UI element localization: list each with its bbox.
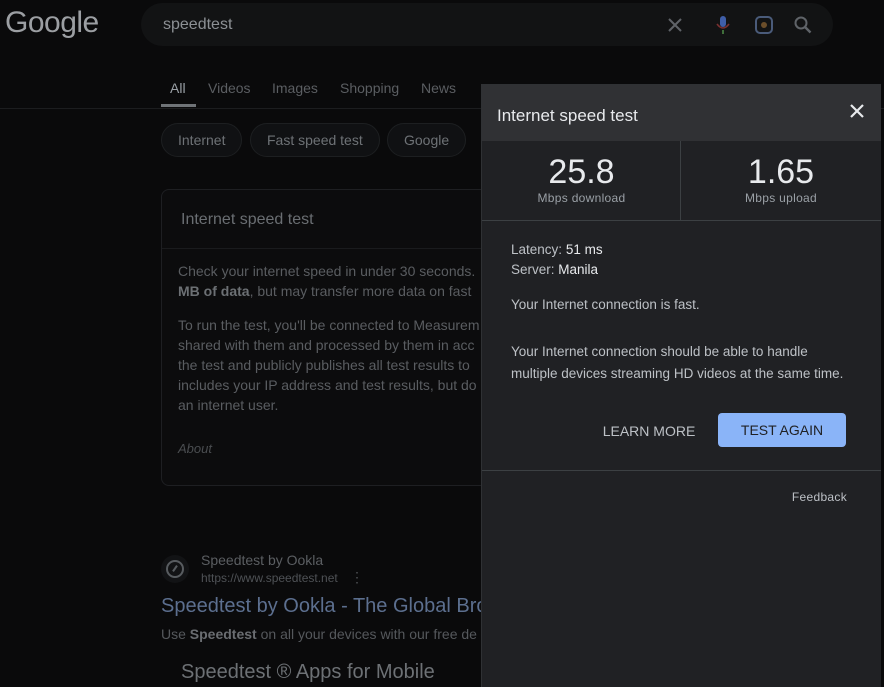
test-again-button[interactable]: TEST AGAIN bbox=[718, 413, 846, 447]
snippet-text: Use bbox=[161, 626, 190, 642]
upload-unit: Mbps upload bbox=[744, 191, 817, 205]
tab-all[interactable]: All bbox=[170, 80, 186, 96]
server-row: Server: Manila bbox=[511, 262, 598, 277]
chip-fast-speed-test[interactable]: Fast speed test bbox=[250, 123, 380, 157]
connection-status: Your Internet connection is fast. bbox=[511, 297, 700, 312]
about-link[interactable]: About bbox=[178, 441, 212, 456]
card-text-line: includes your IP address and test result… bbox=[178, 377, 477, 393]
download-value: 25.8 bbox=[548, 153, 615, 191]
card-title: Internet speed test bbox=[181, 211, 314, 228]
dialog-title: Internet speed test bbox=[497, 106, 638, 125]
card-text-span: , but may transfer more data on fast bbox=[249, 283, 472, 299]
download-stat: 25.8 Mbps download bbox=[482, 141, 681, 220]
upload-value: 1.65 bbox=[747, 153, 815, 191]
snippet-text: on all your devices with our free de bbox=[256, 626, 477, 642]
active-tab-indicator bbox=[161, 104, 196, 107]
more-options-icon[interactable]: ⋮ bbox=[350, 569, 364, 586]
tab-shopping[interactable]: Shopping bbox=[340, 80, 399, 96]
card-text-line: shared with them and processed by them i… bbox=[178, 337, 475, 353]
result-sublink[interactable]: Speedtest ® Apps for Mobile bbox=[181, 661, 435, 684]
close-icon[interactable] bbox=[663, 13, 687, 37]
dialog-header: Internet speed test bbox=[482, 85, 881, 141]
card-text-line: an internet user. bbox=[178, 397, 279, 413]
card-text-line: Check your internet speed in under 30 se… bbox=[178, 263, 476, 279]
latency-value: 51 ms bbox=[565, 242, 603, 257]
google-logo[interactable]: Google bbox=[5, 6, 99, 40]
tab-videos[interactable]: Videos bbox=[208, 80, 251, 96]
chip-internet[interactable]: Internet bbox=[161, 123, 243, 157]
result-site-name[interactable]: Speedtest by Ookla bbox=[201, 552, 323, 568]
result-title-link[interactable]: Speedtest by Ookla - The Global Bro bbox=[161, 595, 487, 618]
card-text-line: To run the test, you'll be connected to … bbox=[178, 317, 480, 333]
connection-description: Your Internet connection should be able … bbox=[511, 344, 844, 381]
feedback-link[interactable]: Feedback bbox=[792, 490, 847, 504]
lens-icon[interactable] bbox=[752, 13, 776, 37]
speed-results: 25.8 Mbps download 1.65 Mbps upload bbox=[482, 141, 881, 221]
speedtest-favicon[interactable] bbox=[161, 555, 189, 583]
dialog-divider bbox=[482, 470, 881, 471]
gauge-icon bbox=[166, 560, 184, 578]
speed-test-dialog: Internet speed test 25.8 Mbps download 1… bbox=[481, 84, 881, 687]
server-label: Server: bbox=[511, 262, 555, 277]
tab-news[interactable]: News bbox=[421, 80, 456, 96]
search-bar bbox=[141, 3, 833, 46]
result-site-url[interactable]: https://www.speedtest.net bbox=[201, 571, 338, 585]
latency-label: Latency: bbox=[511, 242, 563, 257]
download-unit: Mbps download bbox=[537, 191, 626, 205]
search-icon[interactable] bbox=[791, 13, 815, 37]
snippet-bold: Speedtest bbox=[189, 626, 257, 642]
tab-images[interactable]: Images bbox=[272, 80, 318, 96]
search-input[interactable] bbox=[161, 13, 645, 37]
card-text-bold: MB of data bbox=[178, 283, 250, 299]
card-text-line: MB of data, but may transfer more data o… bbox=[178, 281, 471, 301]
upload-stat: 1.65 Mbps upload bbox=[681, 141, 881, 220]
close-icon[interactable] bbox=[845, 99, 869, 123]
chip-google[interactable]: Google bbox=[387, 123, 467, 157]
latency-row: Latency: 51 ms bbox=[511, 242, 603, 257]
card-divider bbox=[162, 248, 482, 249]
mic-icon[interactable] bbox=[711, 13, 735, 37]
learn-more-button[interactable]: LEARN MORE bbox=[591, 414, 707, 448]
result-snippet: Use Speedtest on all your devices with o… bbox=[161, 626, 477, 642]
server-value: Manila bbox=[558, 262, 599, 277]
card-text-line: the test and publicly publishes all test… bbox=[178, 357, 470, 373]
